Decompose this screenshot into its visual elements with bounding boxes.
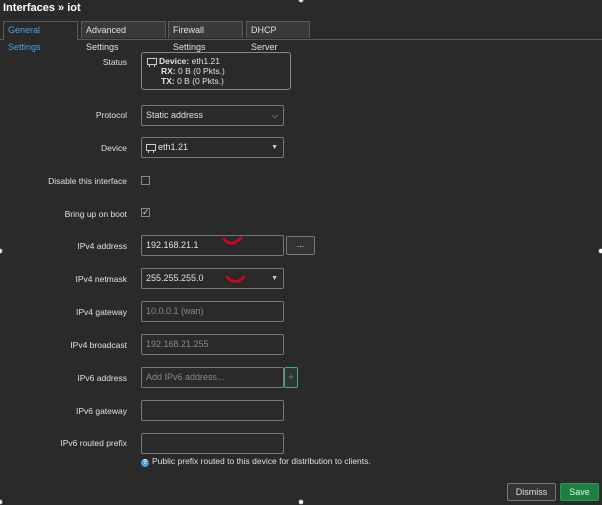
device-label: Device <box>101 143 127 153</box>
help-icon: ? <box>141 459 149 467</box>
ipv6-routed-prefix-input[interactable] <box>141 433 284 454</box>
status-box: Device: eth1.21 RX: 0 B (0 Pkts.) TX: 0 … <box>141 52 291 90</box>
device-select[interactable]: eth1.21 ▼ <box>141 137 284 158</box>
resize-handle[interactable] <box>298 0 304 3</box>
ipv4-address-input[interactable]: 192.168.21.1 <box>141 235 284 256</box>
resize-handle[interactable] <box>298 499 304 505</box>
ipv4-gateway-label: IPv4 gateway <box>75 307 127 317</box>
checkmark-icon: ✓ <box>142 207 150 217</box>
ipv4-broadcast-input[interactable]: 192.168.21.255 <box>141 334 284 355</box>
ipv4-address-more-button[interactable]: ... <box>286 236 315 255</box>
ipv6-routed-prefix-label: IPv6 routed prefix <box>60 438 127 448</box>
ipv6-gateway-input[interactable] <box>141 400 284 421</box>
status-tx-label: TX: <box>161 76 175 86</box>
network-port-icon <box>147 58 157 67</box>
status-rx-value: 0 B (0 Pkts.) <box>178 66 225 76</box>
status-tx-value: 0 B (0 Pkts.) <box>177 76 224 86</box>
ipv4-address-label: IPv4 address <box>77 241 127 251</box>
tab-general-settings[interactable]: General Settings <box>3 21 78 52</box>
dismiss-button[interactable]: Dismiss <box>507 483 556 501</box>
bring-up-on-boot-checkbox[interactable]: ✓ <box>141 208 150 217</box>
disable-interface-checkbox[interactable] <box>141 176 150 185</box>
protocol-select[interactable]: Static address ⌵ <box>141 105 284 126</box>
ipv4-netmask-label: IPv4 netmask <box>75 274 128 284</box>
save-button[interactable]: Save <box>560 483 599 501</box>
status-device-label: Device: <box>159 56 190 66</box>
ipv6-add-button[interactable]: + <box>284 367 298 388</box>
bring-up-on-boot-label: Bring up on boot <box>64 209 127 219</box>
tab-dhcp-server[interactable]: DHCP Server <box>246 21 310 52</box>
chevron-down-icon: ⌵ <box>271 111 278 120</box>
disable-interface-label: Disable this interface <box>48 176 127 186</box>
resize-handle[interactable] <box>598 248 602 254</box>
ipv6-prefix-help-text: Public prefix routed to this device for … <box>152 456 371 466</box>
ipv4-broadcast-label: IPv4 broadcast <box>70 340 127 350</box>
ipv6-address-input[interactable]: Add IPv6 address... <box>141 367 284 388</box>
annotation-mark <box>225 275 246 283</box>
protocol-value: Static address <box>146 110 204 120</box>
tab-firewall-settings[interactable]: Firewall Settings <box>168 21 243 52</box>
page-title: Interfaces » iot <box>3 2 81 14</box>
caret-down-icon: ▼ <box>271 275 278 282</box>
tab-advanced-settings[interactable]: Advanced Settings <box>81 21 166 52</box>
network-port-icon <box>146 144 156 153</box>
ipv4-gateway-input[interactable]: 10.0.0.1 (wan) <box>141 301 284 322</box>
status-rx-label: RX: <box>161 66 176 76</box>
resize-handle[interactable] <box>0 499 3 505</box>
device-value: eth1.21 <box>158 142 189 152</box>
resize-handle[interactable] <box>0 248 3 254</box>
caret-down-icon: ▼ <box>271 144 278 151</box>
ipv4-netmask-select[interactable]: 255.255.255.0 ▼ <box>141 268 284 289</box>
ipv6-gateway-label: IPv6 gateway <box>75 406 127 416</box>
status-device-value: eth1.21 <box>191 56 220 66</box>
ipv4-netmask-value: 255.255.255.0 <box>146 273 204 283</box>
status-label: Status <box>102 57 127 67</box>
tab-bar: General Settings Advanced Settings Firew… <box>0 21 602 52</box>
ipv6-address-label: IPv6 address <box>77 373 127 383</box>
annotation-mark <box>222 236 243 245</box>
protocol-label: Protocol <box>95 110 127 120</box>
ipv6-prefix-help: ? Public prefix routed to this device for… <box>141 456 371 467</box>
